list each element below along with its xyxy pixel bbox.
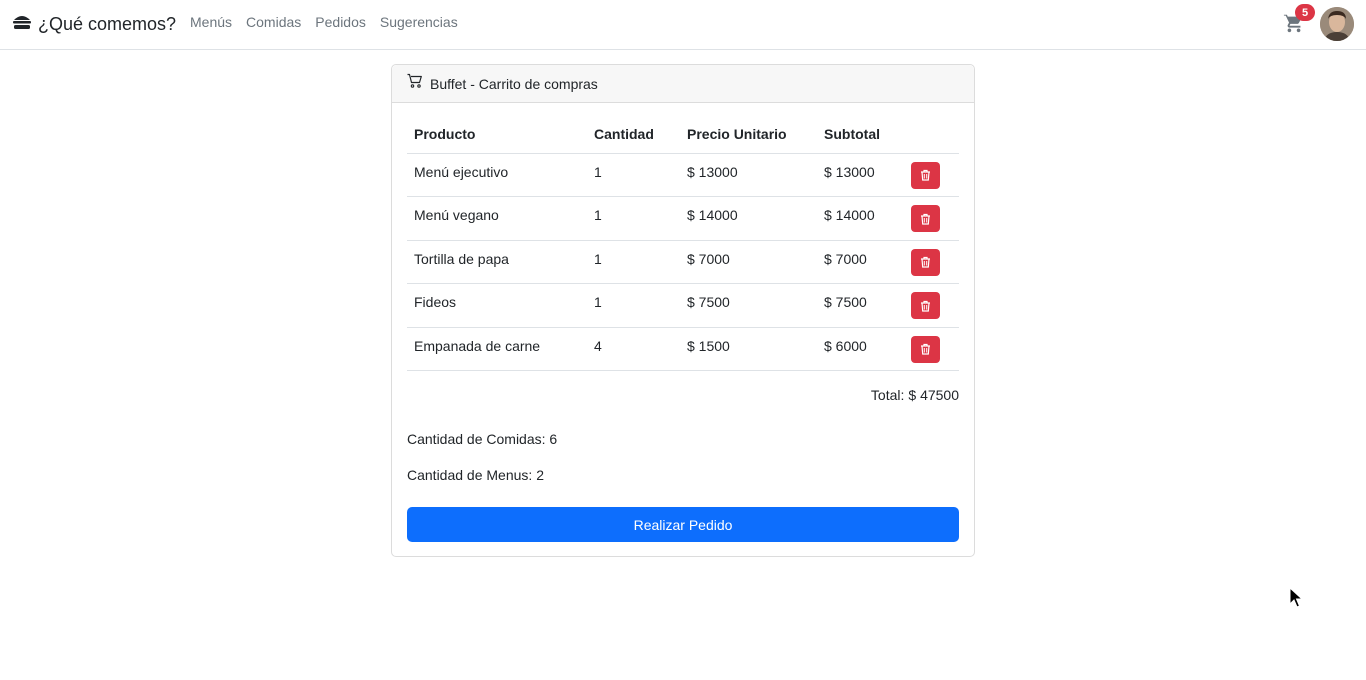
column-header-precio: Precio Unitario bbox=[680, 115, 817, 154]
menus-count: Cantidad de Menus: 2 bbox=[407, 467, 544, 483]
cell-precio: $ 14000 bbox=[680, 196, 817, 241]
column-header-actions bbox=[904, 115, 959, 154]
cell-producto: Menú vegano bbox=[407, 196, 587, 241]
table-row: Fideos 1 $ 7500 $ 7500 bbox=[407, 283, 959, 328]
cell-subtotal: $ 14000 bbox=[817, 196, 904, 241]
cell-actions bbox=[904, 196, 959, 241]
cell-actions bbox=[904, 153, 959, 197]
place-order-button[interactable]: Realizar Pedido bbox=[407, 507, 959, 542]
nav-item-comidas[interactable]: Comidas bbox=[246, 14, 301, 30]
card-header: Buffet - Carrito de compras bbox=[392, 65, 974, 103]
cell-subtotal: $ 13000 bbox=[817, 153, 904, 197]
cell-producto: Tortilla de papa bbox=[407, 240, 587, 284]
column-header-producto: Producto bbox=[407, 115, 587, 154]
navbar: ¿Qué comemos? Menús Comidas Pedidos Suge… bbox=[0, 0, 1366, 50]
delete-button[interactable] bbox=[911, 335, 940, 363]
brand[interactable]: ¿Qué comemos? bbox=[12, 12, 176, 36]
mouse-cursor-icon bbox=[1289, 586, 1304, 609]
delete-button[interactable] bbox=[911, 161, 940, 189]
cell-cantidad: 1 bbox=[587, 240, 680, 284]
total-value: $ 47500 bbox=[908, 387, 959, 403]
cell-actions bbox=[904, 240, 959, 284]
nav-links: Menús Comidas Pedidos Sugerencias bbox=[190, 14, 458, 30]
cart-total: Total: $ 47500 bbox=[867, 387, 959, 403]
avatar[interactable] bbox=[1320, 7, 1354, 41]
cart-outline-icon bbox=[407, 73, 423, 94]
cell-precio: $ 1500 bbox=[680, 327, 817, 371]
column-header-cantidad: Cantidad bbox=[587, 115, 680, 154]
trash-icon bbox=[921, 343, 930, 355]
cell-precio: $ 13000 bbox=[680, 153, 817, 197]
nav-item-menus[interactable]: Menús bbox=[190, 14, 232, 30]
card-title: Buffet - Carrito de compras bbox=[430, 75, 598, 92]
delete-button[interactable] bbox=[911, 248, 940, 276]
total-label: Total: bbox=[870, 387, 905, 403]
cell-subtotal: $ 7500 bbox=[817, 283, 904, 328]
column-header-subtotal: Subtotal bbox=[817, 115, 904, 154]
cart-count-badge: 5 bbox=[1295, 4, 1315, 21]
delete-button[interactable] bbox=[911, 205, 940, 232]
brand-title: ¿Qué comemos? bbox=[38, 13, 177, 34]
cell-actions bbox=[904, 327, 959, 371]
nav-item-pedidos[interactable]: Pedidos bbox=[315, 14, 366, 30]
cell-producto: Empanada de carne bbox=[407, 327, 587, 371]
nav-item-sugerencias[interactable]: Sugerencias bbox=[380, 14, 458, 30]
cell-actions bbox=[904, 283, 959, 328]
trash-icon bbox=[921, 169, 930, 181]
trash-icon bbox=[921, 213, 930, 225]
table-row: Tortilla de papa 1 $ 7000 $ 7000 bbox=[407, 240, 959, 284]
cell-cantidad: 4 bbox=[587, 327, 680, 371]
trash-icon bbox=[921, 300, 930, 312]
table-row: Empanada de carne 4 $ 1500 $ 6000 bbox=[407, 327, 959, 371]
cell-producto: Fideos bbox=[407, 283, 587, 328]
cart-table: Producto Cantidad Precio Unitario Subtot… bbox=[407, 115, 959, 371]
cell-cantidad: 1 bbox=[587, 153, 680, 197]
cell-cantidad: 1 bbox=[587, 283, 680, 328]
cell-producto: Menú ejecutivo bbox=[407, 153, 587, 197]
delete-button[interactable] bbox=[911, 292, 940, 319]
burger-icon bbox=[12, 14, 32, 35]
trash-icon bbox=[921, 256, 930, 268]
cell-subtotal: $ 7000 bbox=[817, 240, 904, 284]
table-row: Menú ejecutivo 1 $ 13000 $ 13000 bbox=[407, 153, 959, 197]
cart-card: Buffet - Carrito de compras Producto Can… bbox=[391, 64, 975, 557]
cell-subtotal: $ 6000 bbox=[817, 327, 904, 371]
comidas-count: Cantidad de Comidas: 6 bbox=[407, 431, 558, 447]
table-row: Menú vegano 1 $ 14000 $ 14000 bbox=[407, 196, 959, 241]
cell-precio: $ 7500 bbox=[680, 283, 817, 328]
cell-precio: $ 7000 bbox=[680, 240, 817, 284]
table-header-row: Producto Cantidad Precio Unitario Subtot… bbox=[407, 115, 959, 154]
cell-cantidad: 1 bbox=[587, 196, 680, 241]
